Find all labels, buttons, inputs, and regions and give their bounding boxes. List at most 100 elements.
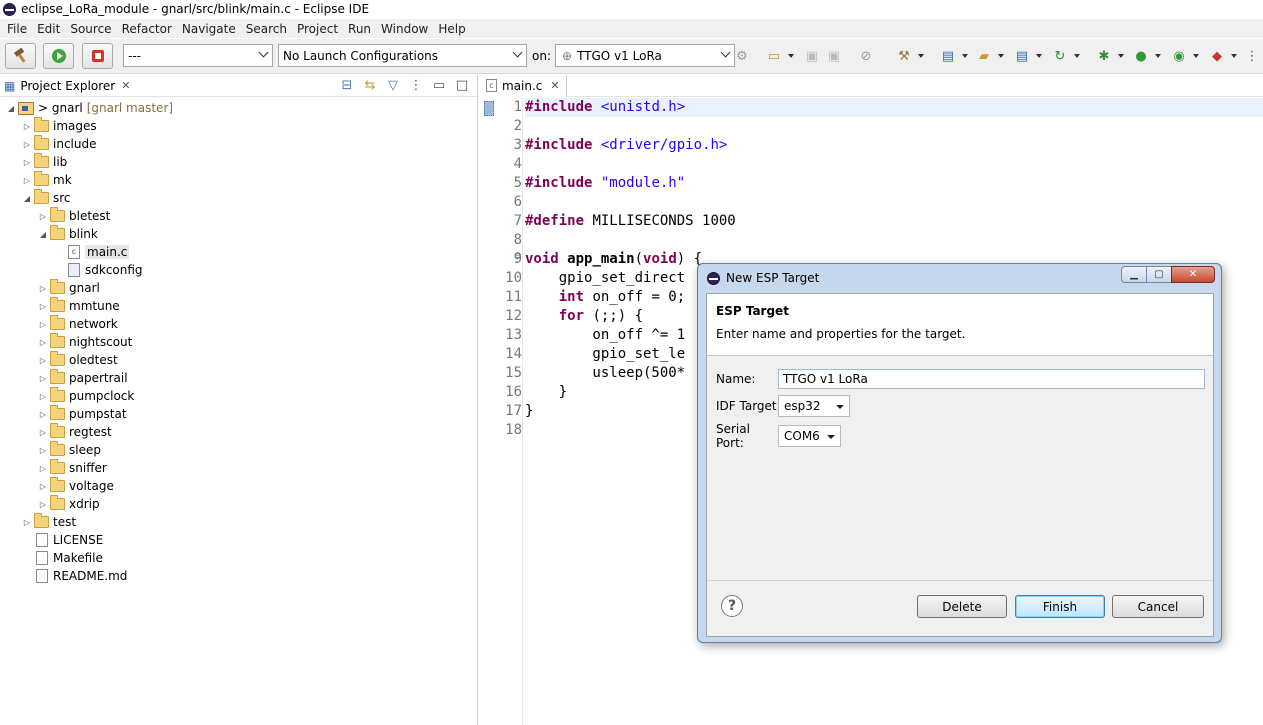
external-tools-icon[interactable]: ◆: [1209, 48, 1225, 64]
menu-project[interactable]: Project: [292, 22, 343, 36]
collapsed-arrow-icon[interactable]: ▷: [22, 121, 32, 131]
tree-item-folder[interactable]: ▷ network: [0, 315, 477, 333]
run-dropdown-icon[interactable]: [1155, 54, 1161, 58]
launch-target-select[interactable]: ⊕ TTGO v1 LoRa: [555, 44, 735, 67]
new-dropdown-icon[interactable]: [788, 54, 794, 58]
tree-item-folder[interactable]: ▷ sniffer: [0, 459, 477, 477]
dialog-titlebar[interactable]: New ESP Target ▁ ▢ ✕: [698, 264, 1221, 292]
code-line[interactable]: #include <driver/gpio.h>: [525, 136, 1263, 155]
external-tools-dropdown-icon[interactable]: [1231, 54, 1237, 58]
save-icon[interactable]: ▣: [804, 48, 820, 64]
tree-item-folder[interactable]: ▷ bletest: [0, 207, 477, 225]
new-source-folder-icon[interactable]: ▰: [976, 48, 992, 64]
view-menu-icon[interactable]: ⋮: [409, 78, 423, 93]
source-folder-dropdown-icon[interactable]: [998, 54, 1004, 58]
menu-search[interactable]: Search: [241, 22, 292, 36]
code-line[interactable]: [525, 231, 1263, 250]
collapse-all-icon[interactable]: ⊟: [340, 78, 354, 93]
collapsed-arrow-icon[interactable]: ▷: [38, 337, 48, 347]
menu-help[interactable]: Help: [433, 22, 470, 36]
tree-item-folder[interactable]: ▷ sleep: [0, 441, 477, 459]
cancel-button[interactable]: Cancel: [1112, 595, 1204, 618]
close-icon[interactable]: ✕: [550, 79, 559, 92]
debug-dropdown-icon[interactable]: [1118, 54, 1124, 58]
close-button[interactable]: ✕: [1171, 266, 1215, 283]
help-button[interactable]: ?: [721, 595, 743, 617]
build-button[interactable]: [5, 43, 36, 69]
debug-bug-icon[interactable]: ✱: [1096, 48, 1112, 64]
close-icon[interactable]: ✕: [121, 79, 130, 92]
collapsed-arrow-icon[interactable]: ▷: [38, 355, 48, 365]
tree-item-folder[interactable]: ▷ gnarl: [0, 279, 477, 297]
tree-item-folder[interactable]: ▷ include: [0, 135, 477, 153]
launch-button[interactable]: [43, 43, 74, 69]
fold-toggle-icon[interactable]: ⊖: [514, 251, 522, 261]
menu-refactor[interactable]: Refactor: [117, 22, 177, 36]
target-settings-gear-icon[interactable]: ⚙: [734, 48, 750, 64]
collapsed-arrow-icon[interactable]: ▷: [38, 211, 48, 221]
finish-button[interactable]: Finish: [1015, 595, 1105, 618]
tree-item-folder[interactable]: ▷ test: [0, 513, 477, 531]
idf-target-select[interactable]: esp32: [778, 395, 850, 417]
collapsed-arrow-icon[interactable]: ▷: [38, 391, 48, 401]
collapsed-arrow-icon[interactable]: ▷: [38, 373, 48, 383]
stop-button[interactable]: [82, 43, 113, 69]
serial-port-select[interactable]: COM6: [778, 425, 841, 447]
build-dropdown-icon[interactable]: [918, 54, 924, 58]
code-line[interactable]: [525, 117, 1263, 136]
tree-item-folder[interactable]: ▷ xdrip: [0, 495, 477, 513]
launch-config-select[interactable]: No Launch Configurations: [278, 44, 527, 67]
tree-item-folder[interactable]: ▷ mk: [0, 171, 477, 189]
launch-mode-select[interactable]: ---: [123, 44, 273, 67]
code-line[interactable]: #include "module.h": [525, 174, 1263, 193]
name-field[interactable]: [778, 369, 1205, 389]
menu-navigate[interactable]: Navigate: [177, 22, 241, 36]
menu-source[interactable]: Source: [65, 22, 116, 36]
new-class-icon[interactable]: ▤: [1014, 48, 1030, 64]
tab-project-explorer[interactable]: ▦ Project Explorer ✕: [0, 75, 130, 97]
tree-item-file-selected[interactable]: c main.c: [0, 243, 477, 261]
code-line[interactable]: [525, 193, 1263, 212]
menu-run[interactable]: Run: [343, 22, 376, 36]
tree-item-src[interactable]: ◢ src: [0, 189, 477, 207]
maximize-button[interactable]: ▢: [1146, 266, 1172, 283]
tree-item-folder[interactable]: ▷ mmtune: [0, 297, 477, 315]
collapsed-arrow-icon[interactable]: ▷: [22, 139, 32, 149]
tree-item-folder[interactable]: ▷ pumpclock: [0, 387, 477, 405]
delete-button[interactable]: Delete: [917, 595, 1007, 618]
collapsed-arrow-icon[interactable]: ▷: [38, 499, 48, 509]
collapsed-arrow-icon[interactable]: ▷: [22, 175, 32, 185]
link-with-editor-icon[interactable]: ⇆: [363, 78, 377, 93]
code-line[interactable]: [525, 155, 1263, 174]
run-circle-icon[interactable]: ●: [1133, 48, 1149, 64]
collapsed-arrow-icon[interactable]: ▷: [38, 301, 48, 311]
collapsed-arrow-icon[interactable]: ▷: [22, 517, 32, 527]
new-project-dropdown-icon[interactable]: [962, 54, 968, 58]
save-all-icon[interactable]: ▣: [826, 48, 842, 64]
tree-item-folder[interactable]: ▷ images: [0, 117, 477, 135]
coverage-icon[interactable]: ◉: [1171, 48, 1187, 64]
expanded-arrow-icon[interactable]: ◢: [6, 103, 16, 113]
tree-item-folder[interactable]: ▷ papertrail: [0, 369, 477, 387]
skip-breakpoints-icon[interactable]: ⊘: [858, 48, 874, 64]
minimize-button[interactable]: ▁: [1121, 266, 1147, 283]
collapsed-arrow-icon[interactable]: ▷: [38, 445, 48, 455]
toolbar-overflow-icon[interactable]: ⋮: [1244, 48, 1260, 64]
tree-item-blink[interactable]: ◢ blink: [0, 225, 477, 243]
menu-window[interactable]: Window: [376, 22, 433, 36]
tree-item-file[interactable]: sdkconfig: [0, 261, 477, 279]
tab-main-c[interactable]: c main.c ✕: [480, 74, 567, 97]
tree-item-folder[interactable]: ▷ pumpstat: [0, 405, 477, 423]
expanded-arrow-icon[interactable]: ◢: [38, 229, 48, 239]
menu-edit[interactable]: Edit: [32, 22, 65, 36]
code-line[interactable]: #include <unistd.h>: [525, 98, 1263, 117]
collapsed-arrow-icon[interactable]: ▷: [38, 283, 48, 293]
collapsed-arrow-icon[interactable]: ▷: [38, 463, 48, 473]
refresh-dropdown-icon[interactable]: [1074, 54, 1080, 58]
code-line[interactable]: #define MILLISECONDS 1000: [525, 212, 1263, 231]
tree-item-folder[interactable]: ▷ nightscout: [0, 333, 477, 351]
tree-item-file[interactable]: LICENSE: [0, 531, 477, 549]
tree-item-folder[interactable]: ▷ oledtest: [0, 351, 477, 369]
tree-item-folder[interactable]: ▷ lib: [0, 153, 477, 171]
collapsed-arrow-icon[interactable]: ▷: [38, 409, 48, 419]
